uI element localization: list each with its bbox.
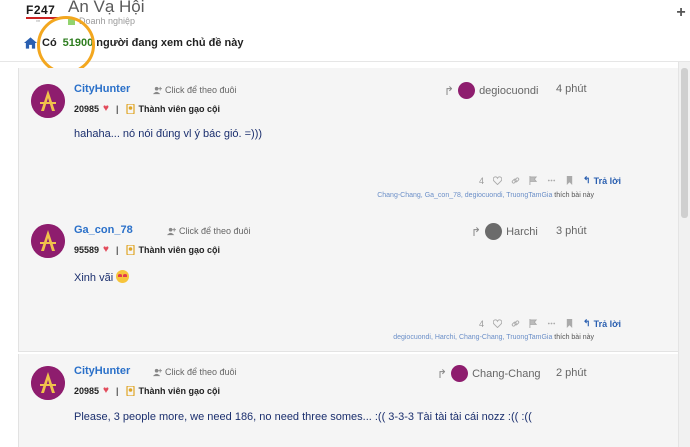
liked-by-list: degiocuondi, Harchi, Chang-Chang, Truong… (393, 334, 594, 341)
post-card: CityHunter Click để theo đuôi 20985 ♥ | … (18, 354, 678, 447)
follow-button[interactable]: Click để theo đuôi (153, 85, 237, 95)
stats-separator: | (115, 103, 119, 114)
like-count[interactable]: 4 (479, 319, 484, 329)
user-stats: 20985 ♥ | Thành viên gạo cội (74, 103, 220, 114)
share-arrow-icon: ↱ (471, 224, 482, 239)
post-actions: 4 ↰ Trả lời (479, 318, 621, 329)
user-avatar[interactable] (31, 224, 65, 258)
topic-title[interactable]: An Vạ Hội (68, 0, 145, 17)
heart-icon[interactable] (493, 319, 503, 328)
reply-to-avatar (451, 365, 469, 382)
medal-icon (125, 244, 135, 255)
user-plus-icon (153, 86, 162, 94)
follow-button[interactable]: Click để theo đuôi (153, 367, 237, 377)
user-stats: 95589 ♥ | Thành viên gạo cội (74, 244, 220, 255)
link-icon[interactable] (511, 176, 520, 185)
post-username[interactable]: Ga_con_78 (74, 224, 133, 236)
bookmark-icon[interactable] (565, 319, 574, 328)
reply-arrow-icon: ↰ (583, 175, 591, 185)
logo-sub: vn (36, 18, 41, 23)
user-points: 20985 (74, 385, 100, 396)
post-content: Please, 3 people more, we need 186, no n… (74, 411, 532, 423)
reply-to-avatar (458, 82, 476, 99)
liked-by-list: Chang-Chang, Ga_con_78, degiocuondi, Tru… (377, 192, 594, 199)
reply-label: Trả lời (593, 175, 621, 186)
link-icon[interactable] (511, 319, 520, 328)
share-arrow-icon: ↱ (437, 366, 448, 381)
reply-to-indicator[interactable]: ↱ Harchi (471, 223, 538, 240)
reply-to-username: Chang-Chang (472, 367, 541, 380)
user-points: 95589 (74, 244, 100, 255)
post-divider (19, 351, 678, 352)
user-avatar[interactable] (31, 84, 65, 118)
heart-icon: ♥ (103, 103, 109, 114)
follow-label: Click để theo đuôi (165, 367, 237, 377)
viewers-tail: người đang xem chủ đề này (96, 37, 244, 49)
reply-button[interactable]: ↰ Trả lời (583, 318, 621, 329)
heart-icon: ♥ (103, 385, 109, 396)
post-actions: 4 ↰ Trả lời (479, 175, 621, 186)
post-time[interactable]: 4 phút (556, 83, 587, 95)
flag-icon[interactable] (529, 319, 538, 328)
reply-arrow-icon: ↰ (583, 318, 591, 328)
user-points: 20985 (74, 103, 100, 114)
liked-by-names[interactable]: degiocuondi, Harchi, Chang-Chang, Truong… (393, 334, 552, 341)
follow-label: Click để theo đuôi (165, 85, 237, 95)
post-content: hahaha... nó nói đúng vl ý bác gió. =))) (74, 128, 263, 140)
user-plus-icon (167, 227, 176, 235)
medal-icon (125, 385, 135, 396)
reply-button[interactable]: ↰ Trả lời (583, 175, 621, 186)
heart-icon: ♥ (103, 244, 109, 255)
bookmark-icon[interactable] (565, 176, 574, 185)
post-card: CityHunter Click để theo đuôi 20985 ♥ | … (18, 68, 678, 214)
post-username[interactable]: CityHunter (74, 365, 130, 377)
liked-by-suffix: thích bài này (554, 334, 594, 341)
more-icon[interactable] (547, 176, 556, 185)
reply-to-username: degiocuondi (479, 84, 539, 97)
post-text: Xinh vãi (74, 272, 114, 284)
post-card: Ga_con_78 Click để theo đuôi 95589 ♥ | T… (18, 212, 678, 352)
user-rank: Thành viên gạo cội (138, 244, 221, 255)
user-avatar[interactable] (31, 366, 65, 400)
follow-button[interactable]: Click để theo đuôi (167, 226, 251, 236)
logo-text: F247 (26, 3, 56, 17)
reply-to-avatar (485, 223, 503, 240)
scrollbar-thumb[interactable] (681, 68, 688, 218)
reply-to-indicator[interactable]: ↱ degiocuondi (444, 82, 538, 99)
user-rank: Thành viên gạo cội (138, 103, 221, 114)
page-scrollbar[interactable] (678, 62, 690, 447)
share-arrow-icon: ↱ (444, 83, 455, 98)
topic-header: F247 vn An Vạ Hội Doanh nghiệp + Có 5190… (0, 0, 690, 62)
post-username[interactable]: CityHunter (74, 83, 130, 95)
post-content: Xinh vãi (74, 270, 130, 284)
highlight-annotation-circle (37, 16, 95, 74)
liked-by-names[interactable]: Chang-Chang, Ga_con_78, degiocuondi, Tru… (377, 192, 552, 199)
stats-separator: | (115, 244, 119, 255)
reply-to-indicator[interactable]: ↱ Chang-Chang (437, 365, 541, 382)
home-icon[interactable] (24, 37, 37, 49)
stats-separator: | (115, 385, 119, 396)
like-count[interactable]: 4 (479, 176, 484, 186)
heart-eyes-emoji-icon (116, 270, 130, 283)
reply-label: Trả lời (593, 318, 621, 329)
flag-icon[interactable] (529, 176, 538, 185)
more-icon[interactable] (547, 319, 556, 328)
user-stats: 20985 ♥ | Thành viên gạo cội (74, 385, 220, 396)
reply-to-username: Harchi (506, 225, 538, 238)
user-plus-icon (153, 368, 162, 376)
new-topic-button[interactable]: + (672, 2, 690, 24)
medal-icon (125, 103, 135, 114)
heart-icon[interactable] (493, 176, 503, 185)
follow-label: Click để theo đuôi (179, 226, 251, 236)
post-time[interactable]: 2 phút (556, 367, 587, 379)
post-time[interactable]: 3 phút (556, 225, 587, 237)
liked-by-suffix: thích bài này (554, 192, 594, 199)
user-rank: Thành viên gạo cội (138, 385, 221, 396)
